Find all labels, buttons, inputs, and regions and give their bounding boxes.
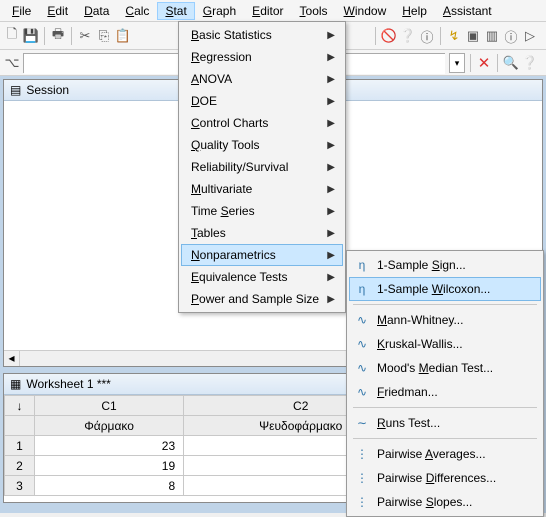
nonparam--sample-sign-[interactable]: η1-Sample Sign... (349, 253, 541, 277)
stat-menu-anova[interactable]: ANOVA▶ (181, 68, 343, 90)
menu-separator (353, 407, 537, 408)
cancel-icon[interactable]: 🚫 (381, 28, 397, 44)
submenu-icon: ∿ (353, 312, 371, 328)
nonparam-runs-test-[interactable]: ∼Runs Test... (349, 411, 541, 435)
project-icon[interactable]: ↯ (446, 28, 462, 44)
stat-menu-equivalence-tests[interactable]: Equivalence Tests▶ (181, 266, 343, 288)
formula-icon[interactable]: ⌥ (4, 55, 20, 71)
stat-menu-multivariate[interactable]: Multivariate▶ (181, 178, 343, 200)
search-icon[interactable]: 🔍 (503, 55, 519, 71)
last-dialog-icon[interactable]: ▷ (522, 28, 538, 44)
help-circle-icon[interactable]: ❔ (400, 28, 416, 44)
submenu-icon: ⋮ (353, 470, 371, 486)
addr-history-dropdown[interactable]: ▾ (449, 53, 465, 73)
submenu-icon: η (353, 281, 371, 297)
nonparam-pairwise-averages-[interactable]: ⋮Pairwise Averages... (349, 442, 541, 466)
menu-assistant[interactable]: Assistant (435, 2, 500, 20)
row-header[interactable]: 3 (5, 476, 35, 496)
stat-menu-power-and-sample-size[interactable]: Power and Sample Size▶ (181, 288, 343, 310)
nonparametrics-submenu: η1-Sample Sign...η1-Sample Wilcoxon... ∿M… (346, 250, 544, 517)
stat-menu-doe[interactable]: DOE▶ (181, 90, 343, 112)
help-icon[interactable]: ❔ (522, 55, 538, 71)
session-title: Session (26, 83, 69, 97)
worksheet-title: Worksheet 1 *** (26, 377, 111, 391)
col-header[interactable]: C1 (35, 396, 184, 416)
menu-stat[interactable]: Stat (157, 2, 194, 20)
stat-menu-quality-tools[interactable]: Quality Tools▶ (181, 134, 343, 156)
cell[interactable]: 8 (35, 476, 184, 496)
nonparam-kruskal-wallis-[interactable]: ∿Kruskal-Wallis... (349, 332, 541, 356)
submenu-icon: ⋮ (353, 494, 371, 510)
menu-separator (353, 304, 537, 305)
close-icon[interactable]: ✕ (476, 55, 492, 71)
stat-menu-nonparametrics[interactable]: Nonparametrics▶ (181, 244, 343, 266)
menu-help[interactable]: Help (394, 2, 435, 20)
submenu-icon: ∼ (353, 415, 371, 431)
stat-menu-control-charts[interactable]: Control Charts▶ (181, 112, 343, 134)
worksheet-icon: ▦ (10, 377, 21, 391)
status-icon[interactable]: ⓘ (503, 28, 519, 44)
menu-calc[interactable]: Calc (117, 2, 157, 20)
cut-icon[interactable]: ✂ (77, 28, 93, 44)
col-name[interactable]: Φάρμακο (35, 416, 184, 436)
menu-window[interactable]: Window (336, 2, 395, 20)
nonparam-friedman-[interactable]: ∿Friedman... (349, 380, 541, 404)
submenu-icon: ∿ (353, 360, 371, 376)
session-icon: ▤ (10, 83, 21, 97)
nonparam-pairwise-differences-[interactable]: ⋮Pairwise Differences... (349, 466, 541, 490)
cell[interactable]: 19 (35, 456, 184, 476)
row-header[interactable]: 1 (5, 436, 35, 456)
nonparam-mann-whitney-[interactable]: ∿Mann-Whitney... (349, 308, 541, 332)
submenu-icon: ⋮ (353, 446, 371, 462)
row-header[interactable]: 2 (5, 456, 35, 476)
submenu-icon: η (353, 257, 371, 273)
cascade-icon[interactable]: ▣ (465, 28, 481, 44)
submenu-icon: ∿ (353, 384, 371, 400)
new-icon[interactable]: 🗋 (4, 28, 20, 44)
nonparam-pairwise-slopes-[interactable]: ⋮Pairwise Slopes... (349, 490, 541, 514)
save-icon[interactable]: 💾 (23, 28, 39, 44)
paste-icon[interactable]: 📋 (115, 28, 131, 44)
corner-cell[interactable]: ↓ (5, 396, 35, 416)
menu-tools[interactable]: Tools (292, 2, 336, 20)
stat-menu: Basic Statistics▶Regression▶ANOVA▶DOE▶Co… (178, 21, 346, 313)
toolbar-right: 🚫 ❔ ⓘ ↯ ▣ ▥ ⓘ ▷ (369, 23, 542, 49)
cell[interactable]: 23 (35, 436, 184, 456)
stat-menu-time-series[interactable]: Time Series▶ (181, 200, 343, 222)
print-icon[interactable]: 🖶 (50, 28, 66, 44)
nonparam-mood-s-median-test-[interactable]: ∿Mood's Median Test... (349, 356, 541, 380)
menu-graph[interactable]: Graph (195, 2, 244, 20)
nonparam--sample-wilcoxon-[interactable]: η1-Sample Wilcoxon... (349, 277, 541, 301)
stat-menu-basic-statistics[interactable]: Basic Statistics▶ (181, 24, 343, 46)
menu-data[interactable]: Data (76, 2, 117, 20)
menu-separator (353, 438, 537, 439)
stat-menu-regression[interactable]: Regression▶ (181, 46, 343, 68)
menu-edit[interactable]: Edit (39, 2, 76, 20)
submenu-icon: ∿ (353, 336, 371, 352)
menubar: FileEditDataCalcStatGraphEditorToolsWind… (0, 0, 546, 22)
addrbar-right: ▾ ✕ 🔍 ❔ (445, 51, 542, 75)
copy-icon[interactable]: ⎘ (96, 28, 112, 44)
menu-editor[interactable]: Editor (244, 2, 291, 20)
stat-menu-tables[interactable]: Tables▶ (181, 222, 343, 244)
menu-file[interactable]: File (4, 2, 39, 20)
info-icon[interactable]: ⓘ (419, 28, 435, 44)
stat-menu-reliability-survival[interactable]: Reliability/Survival▶ (181, 156, 343, 178)
tile-icon[interactable]: ▥ (484, 28, 500, 44)
